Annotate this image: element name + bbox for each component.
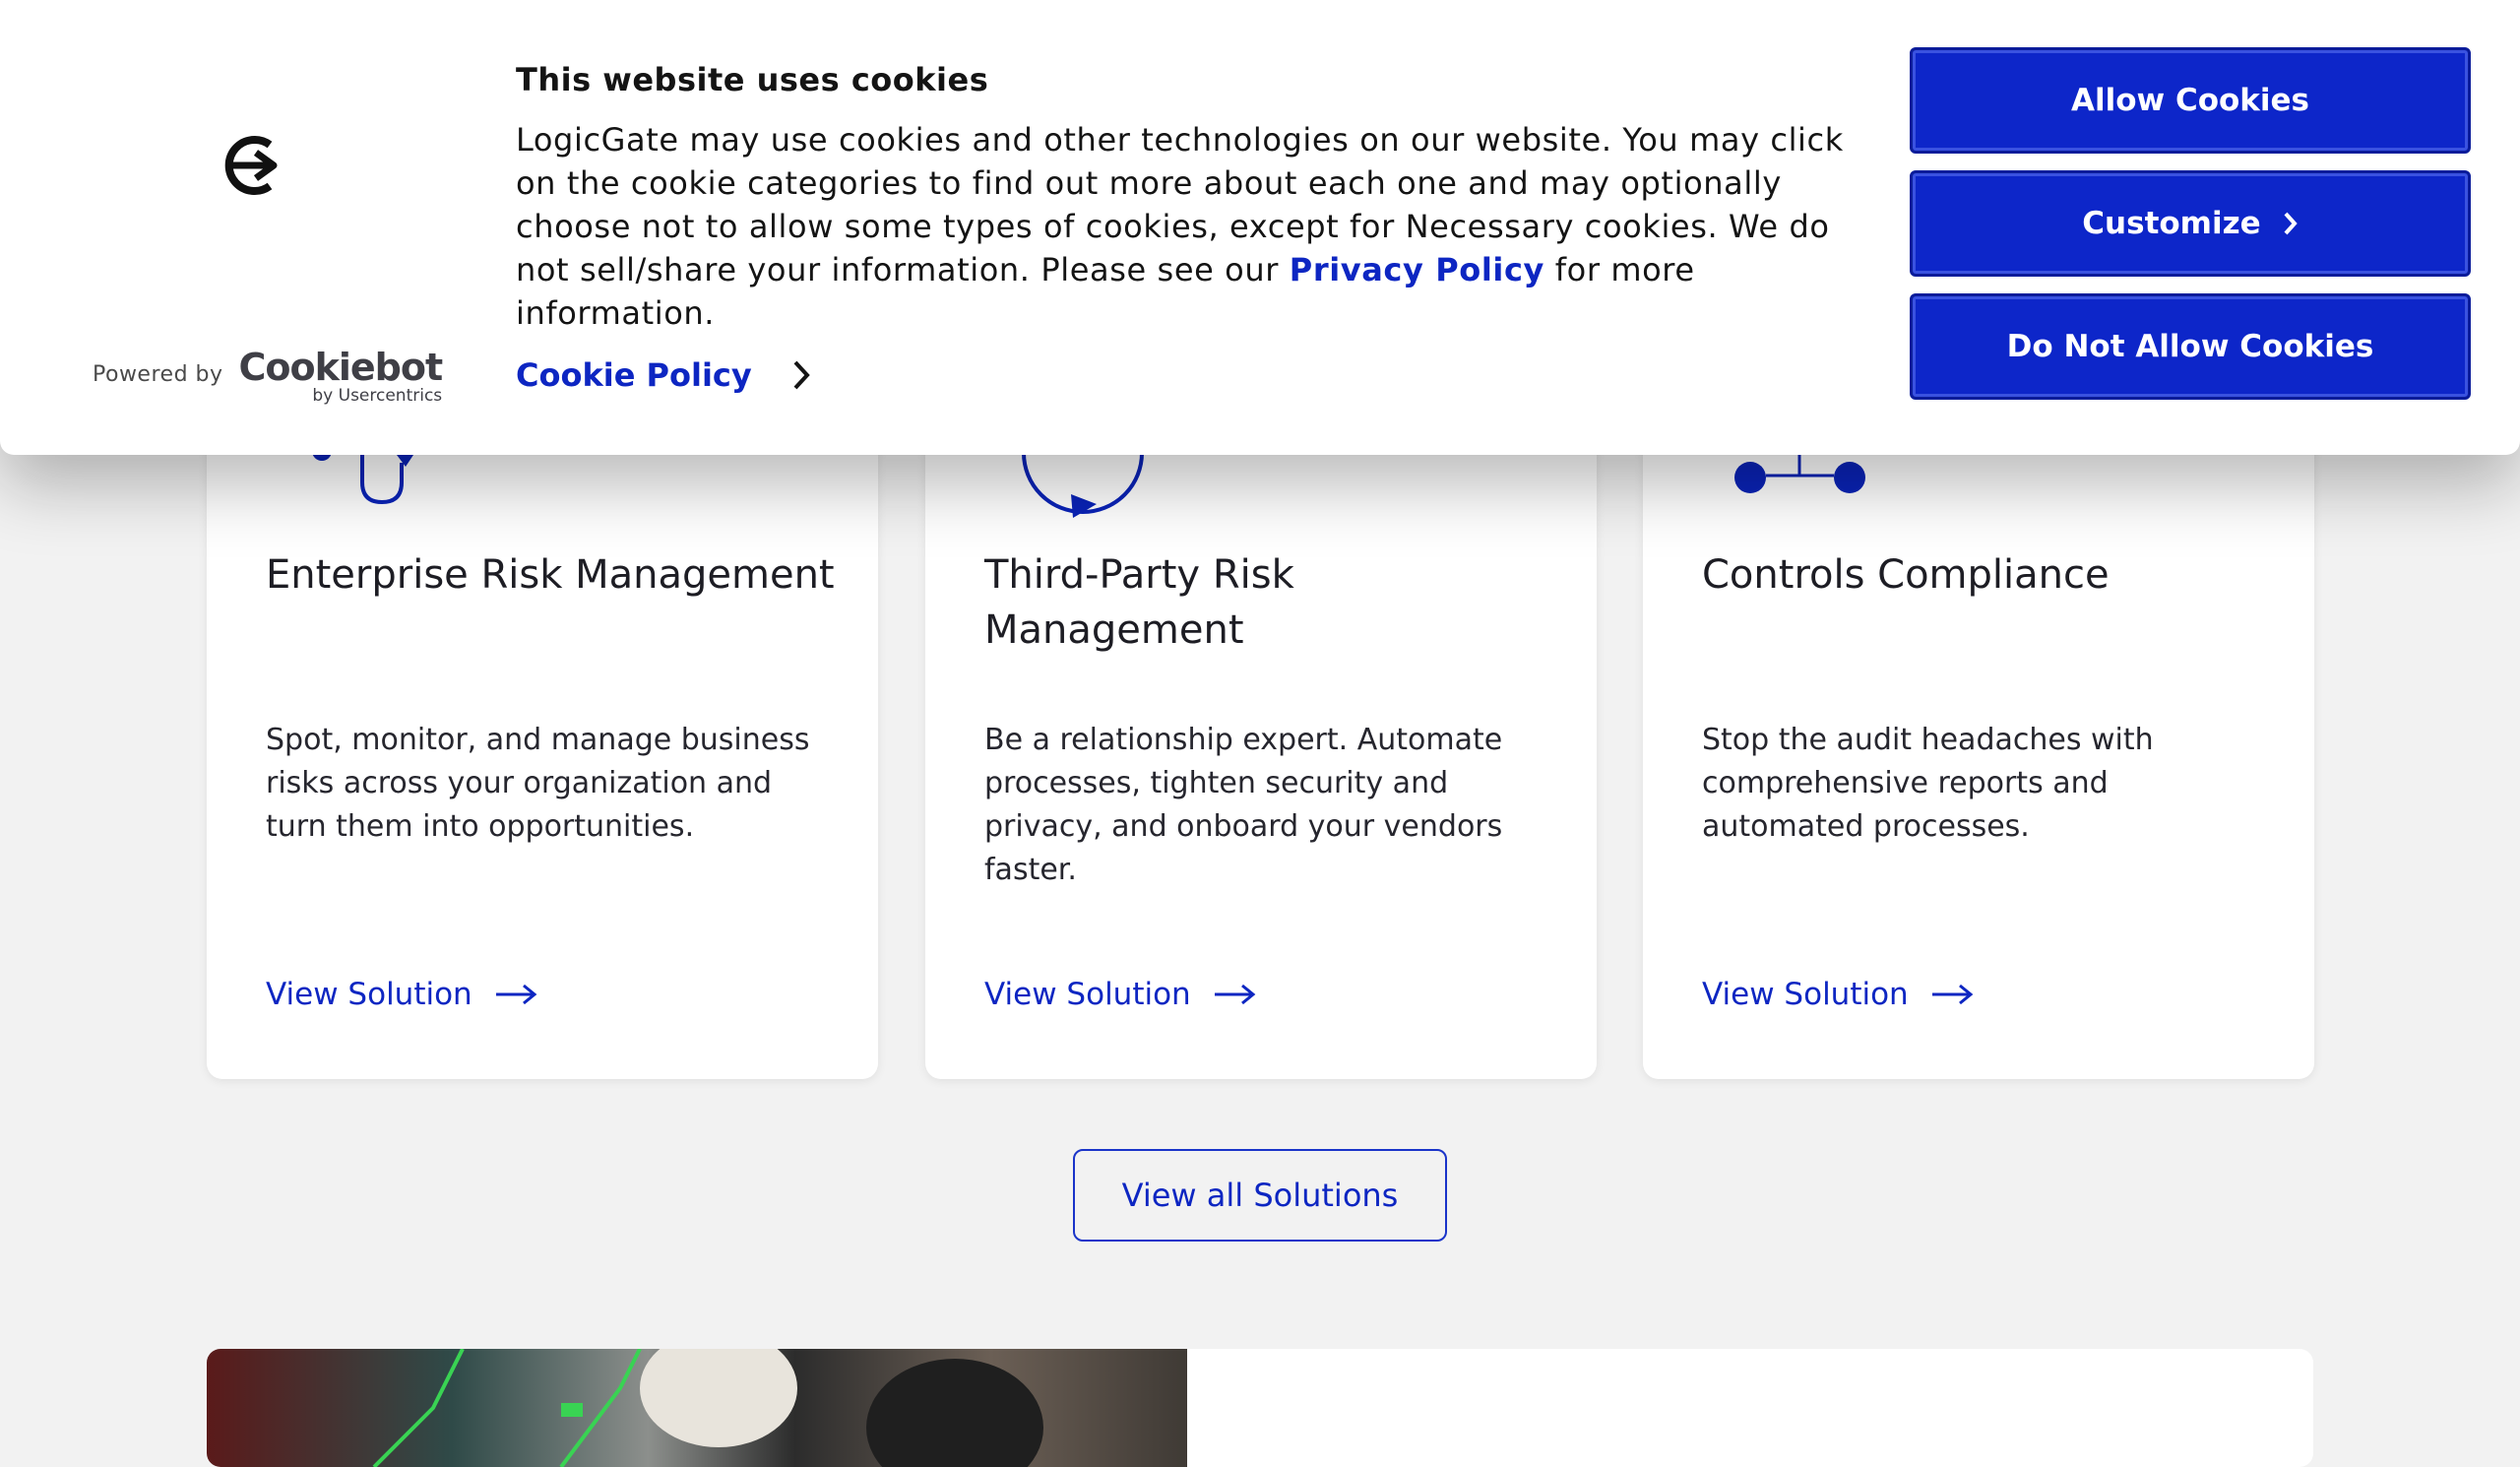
chevron-right-icon bbox=[2284, 212, 2298, 235]
featured-photo bbox=[207, 1349, 1187, 1467]
view-solution-label: View Solution bbox=[266, 977, 472, 1012]
logicgate-logo-icon bbox=[224, 136, 278, 195]
card-description: Stop the audit headaches with comprehens… bbox=[1702, 723, 2154, 844]
banner-body: LogicGate may use cookies and other tech… bbox=[516, 118, 1874, 335]
chevron-right-icon bbox=[793, 360, 810, 390]
card-description: Be a relationship expert. Automate proce… bbox=[984, 723, 1503, 887]
arrow-right-icon bbox=[495, 984, 537, 1005]
do-not-allow-cookies-button[interactable]: Do Not Allow Cookies bbox=[1910, 293, 2471, 400]
arrow-right-icon bbox=[1931, 984, 1974, 1005]
card-description: Spot, monitor, and manage business risks… bbox=[266, 723, 810, 844]
cookie-consent-banner: Powered by Cookiebot by Usercentrics Thi… bbox=[0, 0, 2520, 455]
view-solution-label: View Solution bbox=[1702, 977, 1909, 1012]
view-solution-label: View Solution bbox=[984, 977, 1191, 1012]
view-solution-link[interactable]: View Solution bbox=[984, 977, 1256, 1012]
cookiebot-name: Cookiebot bbox=[238, 346, 444, 389]
banner-title: This website uses cookies bbox=[516, 61, 989, 98]
allow-cookies-button[interactable]: Allow Cookies bbox=[1910, 47, 2471, 154]
card-title: Enterprise Risk Management bbox=[266, 552, 835, 598]
view-all-solutions-button[interactable]: View all Solutions bbox=[1073, 1149, 1447, 1242]
cookie-policy-label: Cookie Policy bbox=[516, 356, 752, 394]
cookie-policy-link[interactable]: Cookie Policy bbox=[516, 356, 811, 394]
featured-card bbox=[207, 1349, 2313, 1467]
customize-button[interactable]: Customize bbox=[1910, 170, 2471, 277]
view-solution-link[interactable]: View Solution bbox=[1702, 977, 1974, 1012]
powered-by-label: Powered by bbox=[93, 362, 223, 387]
view-solution-link[interactable]: View Solution bbox=[266, 977, 537, 1012]
customize-label: Customize bbox=[2082, 206, 2261, 241]
cookiebot-logo: Cookiebot by Usercentrics bbox=[238, 346, 444, 406]
privacy-policy-link[interactable]: Privacy Policy bbox=[1290, 251, 1544, 288]
cookiebot-sub: by Usercentrics bbox=[312, 386, 443, 406]
card-title: Third-Party Risk Management bbox=[984, 552, 1294, 653]
card-title: Controls Compliance bbox=[1702, 552, 2110, 598]
powered-by[interactable]: Powered by Cookiebot by Usercentrics bbox=[93, 346, 444, 406]
arrow-right-icon bbox=[1214, 984, 1256, 1005]
